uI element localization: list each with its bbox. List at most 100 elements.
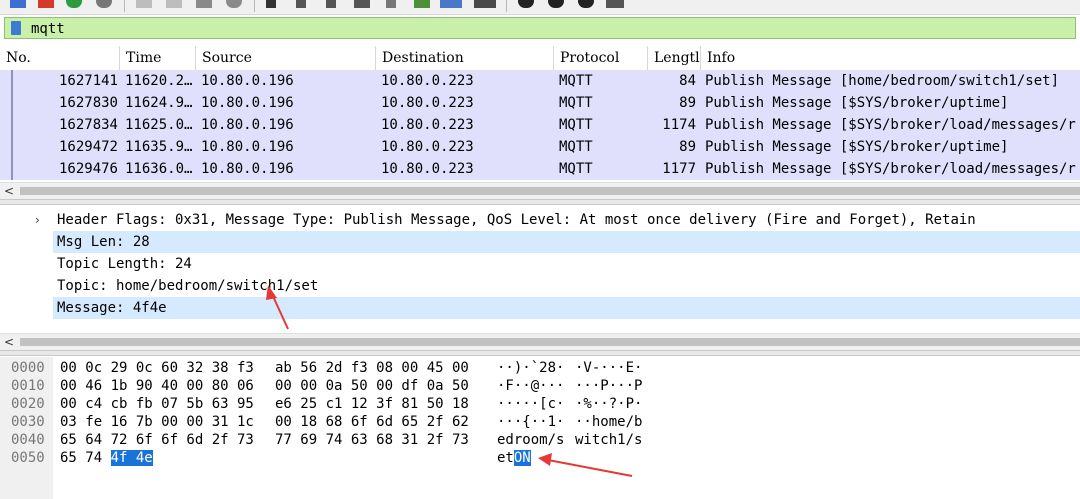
- hex-row[interactable]: 0040 65 64 72 6f 6f 6d 2f 73 77 69 74 63…: [0, 431, 1080, 449]
- autoscroll-icon[interactable]: [440, 0, 462, 8]
- cell-protocol: MQTT: [559, 73, 593, 89]
- hex-bytes[interactable]: 00 18 68 6f 6d 65 2f 62: [275, 413, 469, 431]
- ascii-bytes[interactable]: edroom/s: [497, 431, 564, 449]
- table-row[interactable]: 1629472 11635.9… 10.80.0.196 10.80.0.223…: [0, 136, 1080, 158]
- scrollbar-thumb[interactable]: [20, 187, 1080, 195]
- cell-time: 11625.0…: [125, 117, 193, 133]
- ascii-bytes[interactable]: ··)·`28·: [497, 359, 564, 377]
- hex-offset: 0040: [11, 432, 45, 448]
- table-row[interactable]: 1627830 11624.9… 10.80.0.196 10.80.0.223…: [0, 92, 1080, 114]
- go-back-icon[interactable]: [296, 0, 306, 8]
- hex-bytes[interactable]: 00 46 1b 90 40 00 80 06: [60, 377, 254, 395]
- cell-length: 1177: [662, 161, 696, 177]
- ascii-bytes[interactable]: ··home/b: [575, 413, 642, 431]
- scroll-left-icon[interactable]: <: [4, 183, 14, 199]
- column-protocol[interactable]: Protocol: [554, 46, 648, 70]
- restart-icon[interactable]: [66, 0, 82, 8]
- hex-row[interactable]: 0020 00 c4 cb fb 07 5b 63 95 e6 25 c1 12…: [0, 395, 1080, 413]
- hex-row[interactable]: 0000 00 0c 29 0c 60 32 38 f3 ab 56 2d f3…: [0, 359, 1080, 377]
- last-packet-icon[interactable]: [414, 0, 430, 8]
- hex-row[interactable]: 0010 00 46 1b 90 40 00 80 06 00 00 0a 50…: [0, 377, 1080, 395]
- cell-no: 1627834: [58, 117, 118, 133]
- toolbar-separator: [124, 0, 125, 12]
- cell-protocol: MQTT: [559, 95, 593, 111]
- ascii-bytes[interactable]: ·····[c·: [497, 395, 564, 413]
- options-icon[interactable]: [96, 0, 112, 8]
- detail-row-msg-len[interactable]: Msg Len: 28: [53, 231, 1080, 253]
- details-hscrollbar[interactable]: <: [0, 333, 1080, 350]
- cell-destination: 10.80.0.223: [381, 73, 474, 89]
- ascii-bytes[interactable]: witch1/s: [575, 431, 642, 449]
- cell-length: 84: [679, 73, 696, 89]
- detail-row-message[interactable]: Message: 4f4e: [53, 297, 1080, 319]
- shark-fin-icon[interactable]: [10, 0, 26, 8]
- ascii-bytes[interactable]: ···P···P: [575, 377, 642, 395]
- cell-info: Publish Message [$SYS/broker/load/messag…: [705, 161, 1076, 177]
- column-length[interactable]: Lengtl: [648, 46, 701, 70]
- zoom-out-icon[interactable]: [548, 0, 564, 8]
- hex-bytes[interactable]: 00 c4 cb fb 07 5b 63 95: [60, 395, 254, 413]
- column-info[interactable]: Info: [701, 46, 1080, 70]
- detail-row-topic-length[interactable]: Topic Length: 24: [0, 253, 1080, 275]
- reload-icon[interactable]: [226, 0, 242, 8]
- resize-columns-icon[interactable]: [606, 0, 624, 8]
- hex-row[interactable]: 0030 03 fe 16 7b 00 00 31 1c 00 18 68 6f…: [0, 413, 1080, 431]
- save-file-icon[interactable]: [166, 0, 182, 8]
- ascii-bytes[interactable]: ·%··?·P·: [575, 395, 642, 413]
- packet-list: 1627141 11620.2… 10.80.0.196 10.80.0.223…: [0, 70, 1080, 180]
- ascii-selected[interactable]: ON: [513, 450, 531, 466]
- find-packet-icon[interactable]: [266, 0, 276, 8]
- table-row[interactable]: 1629476 11636.0… 10.80.0.196 10.80.0.223…: [0, 158, 1080, 180]
- cell-info: Publish Message [$SYS/broker/uptime]: [705, 95, 1009, 111]
- first-packet-icon[interactable]: [386, 0, 396, 8]
- hex-bytes[interactable]: 00 0c 29 0c 60 32 38 f3: [60, 359, 254, 377]
- cell-no: 1629476: [58, 161, 118, 177]
- pane-splitter[interactable]: [0, 199, 1080, 205]
- column-no[interactable]: No.: [0, 46, 120, 70]
- close-file-icon[interactable]: [196, 0, 212, 8]
- zoom-in-icon[interactable]: [518, 0, 534, 8]
- hex-bytes[interactable]: 65 64 72 6f 6f 6d 2f 73: [60, 431, 254, 449]
- filter-text: mqtt: [31, 21, 65, 37]
- ascii-bytes[interactable]: ···{··1·: [497, 413, 564, 431]
- cell-time: 11635.9…: [125, 139, 193, 155]
- hex-row[interactable]: 0050 65 74 4f 4e etON: [0, 449, 1080, 467]
- cell-length: 89: [679, 95, 696, 111]
- colorize-icon[interactable]: [474, 0, 496, 8]
- expand-arrow-icon[interactable]: ›: [35, 209, 40, 231]
- column-time[interactable]: Time: [120, 46, 196, 70]
- hex-bytes[interactable]: 03 fe 16 7b 00 00 31 1c: [60, 413, 254, 431]
- detail-row-header-flags[interactable]: › Header Flags: 0x31, Message Type: Publ…: [0, 209, 1080, 231]
- zoom-reset-icon[interactable]: [578, 0, 594, 8]
- column-destination[interactable]: Destination: [376, 46, 554, 70]
- ascii-bytes[interactable]: ·V-···E·: [575, 359, 642, 377]
- detail-row-topic[interactable]: Topic: home/bedroom/switch1/set: [0, 275, 1080, 297]
- display-filter-input[interactable]: mqtt: [4, 17, 1076, 39]
- hex-bytes[interactable]: 00 00 0a 50 00 df 0a 50: [275, 377, 469, 395]
- cell-protocol: MQTT: [559, 161, 593, 177]
- hex-bytes[interactable]: 77 69 74 63 68 31 2f 73: [275, 431, 469, 449]
- cell-source: 10.80.0.196: [201, 117, 294, 133]
- ascii-plain: et: [497, 450, 514, 466]
- hex-bytes[interactable]: 65 74 4f 4e: [60, 449, 153, 467]
- open-file-icon[interactable]: [136, 0, 152, 8]
- bookmark-icon[interactable]: [11, 21, 21, 35]
- ascii-bytes[interactable]: etON: [497, 449, 531, 467]
- packet-list-hscrollbar[interactable]: <: [0, 182, 1080, 199]
- stop-icon[interactable]: [38, 0, 54, 8]
- cell-protocol: MQTT: [559, 139, 593, 155]
- hex-bytes[interactable]: ab 56 2d f3 08 00 45 00: [275, 359, 469, 377]
- pane-splitter[interactable]: [0, 350, 1080, 356]
- ascii-bytes[interactable]: ·F··@···: [497, 377, 564, 395]
- go-to-packet-icon[interactable]: [354, 0, 370, 8]
- scrollbar-thumb[interactable]: [20, 338, 1080, 346]
- table-row[interactable]: 1627834 11625.0… 10.80.0.196 10.80.0.223…: [0, 114, 1080, 136]
- hex-bytes[interactable]: e6 25 c1 12 3f 81 50 18: [275, 395, 469, 413]
- table-row[interactable]: 1627141 11620.2… 10.80.0.196 10.80.0.223…: [0, 70, 1080, 92]
- hex-bytes-plain: 65 74: [60, 450, 111, 466]
- cell-destination: 10.80.0.223: [381, 161, 474, 177]
- go-forward-icon[interactable]: [326, 0, 336, 8]
- column-source[interactable]: Source: [196, 46, 376, 70]
- hex-bytes-selected[interactable]: 4f 4e: [110, 450, 153, 466]
- scroll-left-icon[interactable]: <: [4, 334, 14, 350]
